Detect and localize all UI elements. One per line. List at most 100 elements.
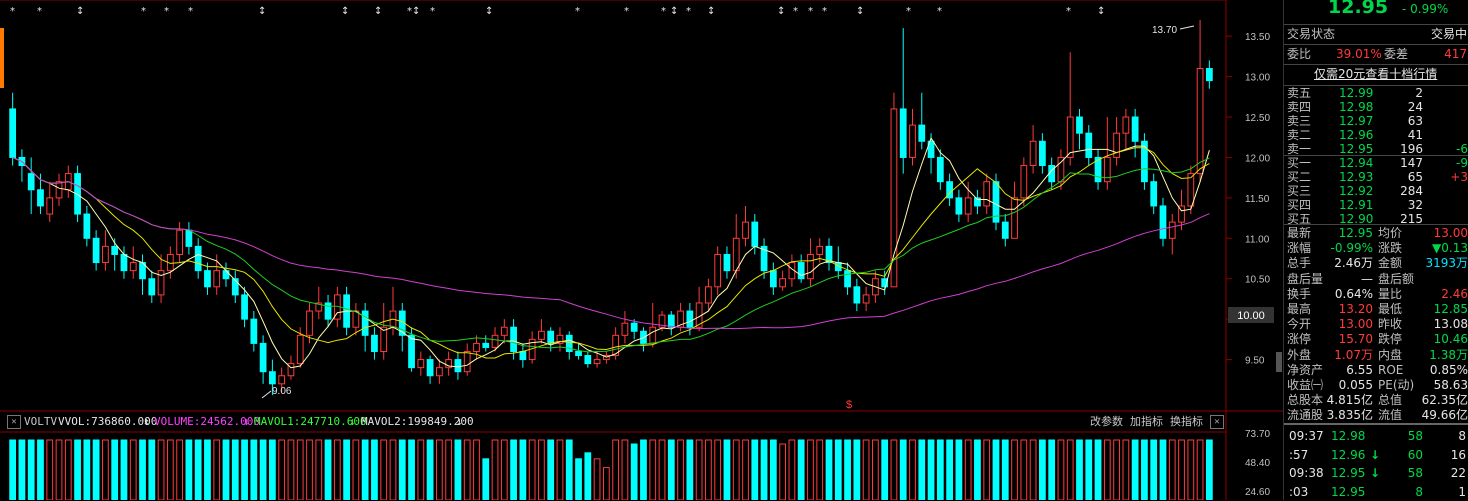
bid-row[interactable]: 买三 12.92 284 xyxy=(1284,184,1468,198)
switch-indicator-button[interactable]: 换指标 xyxy=(1170,412,1203,432)
level-change: -9 xyxy=(1456,156,1468,170)
tenlevel-link-row[interactable]: 仅需20元查看十档行情 xyxy=(1284,67,1468,82)
ask-row[interactable]: 卖四 12.98 24 xyxy=(1284,100,1468,114)
event-marker[interactable]: * xyxy=(1066,6,1071,17)
event-marker[interactable]: * xyxy=(937,6,942,17)
event-marker[interactable]: ↕ xyxy=(707,6,715,17)
stat-row: 总股本 4.815亿 总值 62.35亿 xyxy=(1284,393,1468,408)
ask-row[interactable]: 卖二 12.96 41 xyxy=(1284,128,1468,142)
event-marker[interactable]: ↕ xyxy=(1097,6,1105,17)
event-marker[interactable]: * xyxy=(808,6,813,17)
event-marker[interactable]: ↕ xyxy=(258,6,266,17)
event-marker[interactable]: ↕ xyxy=(374,6,382,17)
stat-label: PE(动) xyxy=(1378,378,1415,392)
bid-row[interactable]: 买一 12.94 147 -9 xyxy=(1284,156,1468,170)
candle xyxy=(92,230,100,271)
candle-body xyxy=(983,181,991,207)
event-marker[interactable]: ↕ xyxy=(76,6,84,17)
event-marker[interactable]: * xyxy=(624,6,629,17)
event-marker[interactable]: * xyxy=(430,6,435,17)
candle xyxy=(936,149,944,190)
stat-row: 最高 13.20 最低 12.85 xyxy=(1284,302,1468,317)
stat-label: 流值 xyxy=(1378,408,1403,423)
volume-bar xyxy=(445,439,453,500)
event-marker[interactable]: * xyxy=(141,6,146,17)
candle-body xyxy=(111,245,119,255)
stat-value: -0.99% xyxy=(1330,241,1373,256)
change-params-button[interactable]: 改参数 xyxy=(1090,412,1123,432)
candle-body xyxy=(844,270,851,288)
tick-row: 09:38 12.95 ↓ 58 22 xyxy=(1284,464,1468,482)
level-volume: 2 xyxy=(1415,86,1423,100)
volume-bar xyxy=(964,439,972,500)
indicator-bar: ✕ VOLTV VVOL:736860.000 ↓ VOLUME:24562.0… xyxy=(0,412,1226,432)
event-marker[interactable]: * xyxy=(686,6,691,17)
event-marker[interactable]: * xyxy=(188,6,193,17)
level-price: 12.97 xyxy=(1339,114,1374,128)
event-marker[interactable]: * xyxy=(10,6,15,17)
kline-chart[interactable]: * * ↕ * * * ↕ ↕ ↕ *↕ * ↕ * * * ↕ * ↕ ↕ * * * ↕ * * * ↕ 13.50 13.00 1… xyxy=(0,0,1283,500)
stat-label: 总值 xyxy=(1378,393,1403,408)
tenlevel-link[interactable]: 仅需20元查看十档行情 xyxy=(1314,67,1437,82)
event-marker[interactable]: * xyxy=(164,6,169,17)
tick-price: 12.95 xyxy=(1331,466,1366,480)
volume-bar xyxy=(621,439,629,500)
candle xyxy=(797,254,805,283)
volume-bar xyxy=(519,439,527,500)
volume-bar xyxy=(918,439,926,500)
volume-bar xyxy=(352,439,360,500)
volume-axis: 73.70 48.40 24.60 xyxy=(1245,429,1270,498)
volume-bar xyxy=(630,443,638,500)
volume-bar xyxy=(250,439,258,500)
high-pointer xyxy=(1179,25,1195,30)
event-marker[interactable]: ↕ xyxy=(856,6,864,17)
bid-row[interactable]: 买二 12.93 65 +3 xyxy=(1284,170,1468,184)
event-marker[interactable]: * xyxy=(793,6,798,17)
event-marker[interactable]: ↕ xyxy=(485,6,493,17)
volume-bar xyxy=(779,443,786,500)
volume-bar xyxy=(176,439,183,500)
volume-bar xyxy=(807,439,814,500)
status-label: 交易状态 xyxy=(1287,27,1336,41)
close-indicator-button[interactable]: ✕ xyxy=(1210,415,1224,429)
volume-bar xyxy=(259,439,267,500)
candle xyxy=(519,343,527,368)
axis-scroll-handle[interactable] xyxy=(1276,352,1282,372)
bid-row[interactable]: 买四 12.91 32 xyxy=(1284,198,1468,212)
event-marker[interactable]: * xyxy=(906,6,911,17)
volume-bar xyxy=(204,439,211,500)
candle-body xyxy=(296,334,304,365)
ask-row[interactable]: 卖三 12.97 63 xyxy=(1284,114,1468,128)
level-price: 12.94 xyxy=(1339,156,1374,170)
volume-bar xyxy=(324,439,332,500)
indicator-close-box[interactable]: ✕ xyxy=(7,415,21,429)
candle xyxy=(1011,181,1018,239)
event-marker[interactable]: ↕ xyxy=(777,6,785,17)
event-marker[interactable]: * xyxy=(575,6,580,17)
event-marker[interactable]: * xyxy=(661,6,666,17)
event-marker[interactable]: * xyxy=(822,6,827,17)
event-marker[interactable]: ↕ xyxy=(341,6,349,17)
event-marker[interactable]: * xyxy=(37,6,42,17)
stat-value: 1.07万 xyxy=(1334,347,1373,362)
volume-bar xyxy=(166,439,174,500)
candle xyxy=(844,262,851,295)
event-marker[interactable]: ↕ xyxy=(670,6,678,17)
stat-value: 6.55 xyxy=(1346,362,1373,377)
candle-body xyxy=(361,310,369,336)
event-marker[interactable]: *↕ xyxy=(407,6,420,17)
stat-label: 量比 xyxy=(1378,286,1403,301)
volume-bar xyxy=(1029,439,1037,500)
volume-bar xyxy=(640,439,647,500)
volume-bar xyxy=(27,439,35,500)
volume-bar xyxy=(705,439,712,500)
candle xyxy=(1103,117,1111,190)
stat-value: 15.70 xyxy=(1338,332,1373,347)
ask-row[interactable]: 卖一 12.95 196 -6 xyxy=(1284,142,1468,156)
stat-row: 外盘 1.07万 内盘 1.38万 xyxy=(1284,348,1468,363)
add-indicator-button[interactable]: 加指标 xyxy=(1130,412,1163,432)
stat-value: ▼0.13 xyxy=(1432,241,1468,256)
tick-price: 12.98 xyxy=(1331,429,1366,443)
ask-row[interactable]: 卖五 12.99 2 xyxy=(1284,86,1468,100)
candle-body xyxy=(491,334,499,348)
